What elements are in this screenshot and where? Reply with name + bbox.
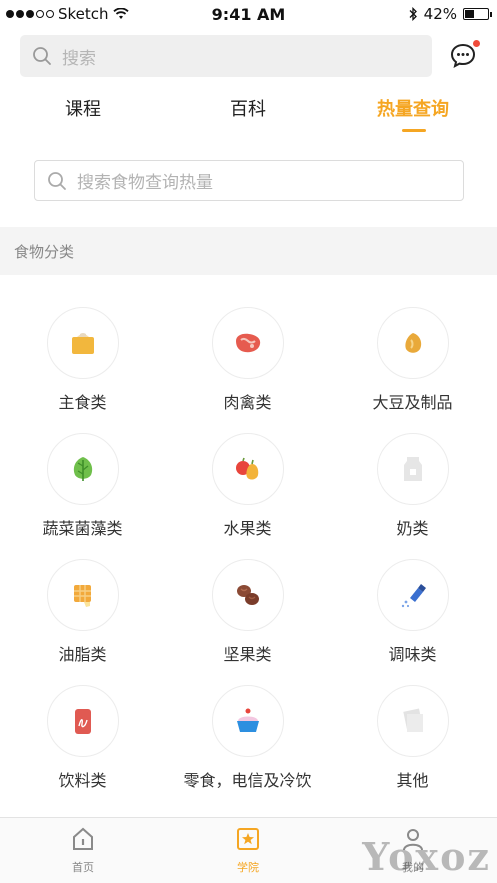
- category-fruit[interactable]: 水果类: [165, 433, 330, 539]
- category-label: 油脂类: [58, 645, 107, 664]
- category-soybean[interactable]: 大豆及制品: [330, 307, 495, 413]
- category-label: 奶类: [396, 519, 429, 538]
- nav-home-label: 首页: [72, 861, 94, 874]
- tab-calorie-lookup[interactable]: 热量查询: [353, 95, 473, 121]
- search-icon: [33, 47, 51, 65]
- category-icon-circle: [376, 685, 449, 757]
- bluetooth-icon: [409, 7, 417, 21]
- category-vegetable[interactable]: 蔬菜菌藻类: [0, 433, 165, 539]
- search-icon: [48, 171, 66, 190]
- snack-icon: [236, 708, 259, 732]
- search-bar[interactable]: 搜索: [20, 35, 432, 77]
- home-icon: [73, 827, 93, 850]
- college-icon: [237, 828, 259, 850]
- soybean-icon: [404, 333, 421, 353]
- fruit-icon: [235, 457, 258, 480]
- category-label: 蔬菜菌藻类: [42, 519, 123, 538]
- food-search-input[interactable]: 搜索食物查询热量: [34, 160, 464, 201]
- category-icon-circle: [211, 433, 284, 505]
- category-label: 其他: [396, 771, 429, 790]
- battery-area: 42%: [408, 5, 492, 23]
- category-meat[interactable]: 肉禽类: [165, 307, 330, 413]
- nav-college[interactable]: 学院: [203, 826, 293, 875]
- category-label: 水果类: [223, 519, 272, 538]
- category-label: 零食，电信及冷饮: [183, 771, 312, 790]
- nav-home[interactable]: 首页: [38, 826, 128, 875]
- seasoning-icon: [401, 584, 426, 608]
- category-label: 饮料类: [58, 771, 107, 790]
- beverage-icon: [74, 709, 91, 734]
- category-label: 调味类: [388, 645, 437, 664]
- category-icon-circle: [211, 307, 284, 379]
- category-icon-circle: [46, 307, 119, 379]
- staple-food-icon: [71, 333, 94, 354]
- category-icon-circle: [376, 559, 449, 631]
- category-other[interactable]: 其他: [330, 685, 495, 791]
- battery-icon: [463, 8, 492, 20]
- vegetable-icon: [73, 457, 92, 481]
- search-placeholder: 搜索: [62, 48, 96, 69]
- milk-icon: [403, 457, 422, 481]
- watermark-logo: Yoxoz: [362, 834, 491, 879]
- category-icon-circle: [376, 307, 449, 379]
- category-label: 肉禽类: [223, 393, 272, 412]
- category-label: 坚果类: [223, 645, 272, 664]
- section-header: 食物分类: [0, 227, 497, 275]
- section-title: 食物分类: [14, 242, 75, 261]
- category-nut[interactable]: 坚果类: [165, 559, 330, 665]
- active-tab-indicator: [402, 129, 426, 132]
- food-search-placeholder: 搜索食物查询热量: [77, 173, 213, 193]
- battery-level: [465, 10, 475, 18]
- category-icon-circle: [211, 685, 284, 757]
- category-icon-circle: [46, 433, 119, 505]
- oil-icon: [73, 585, 91, 607]
- meat-icon: [235, 333, 260, 353]
- tab-courses[interactable]: 课程: [23, 95, 143, 121]
- category-snack[interactable]: 零食，电信及冷饮: [165, 685, 330, 791]
- category-icon-circle: [46, 559, 119, 631]
- nut-icon: [236, 585, 259, 605]
- category-icon-circle: [211, 559, 284, 631]
- other-icon: [402, 708, 423, 732]
- category-seasoning[interactable]: 调味类: [330, 559, 495, 665]
- battery-percent: 42%: [423, 5, 457, 23]
- tab-encyclopedia[interactable]: 百科: [188, 95, 308, 121]
- category-milk[interactable]: 奶类: [330, 433, 495, 539]
- category-label: 大豆及制品: [372, 393, 453, 412]
- category-icon-circle: [46, 685, 119, 757]
- notification-badge: [473, 40, 480, 47]
- category-staple-food[interactable]: 主食类: [0, 307, 165, 413]
- message-button[interactable]: [448, 40, 480, 72]
- category-oil[interactable]: 油脂类: [0, 559, 165, 665]
- nav-college-label: 学院: [237, 861, 259, 874]
- category-beverage[interactable]: 饮料类: [0, 685, 165, 791]
- category-label: 主食类: [58, 393, 107, 412]
- category-icon-circle: [376, 433, 449, 505]
- status-bar: Sketch 9:41 AM 42%: [0, 0, 497, 30]
